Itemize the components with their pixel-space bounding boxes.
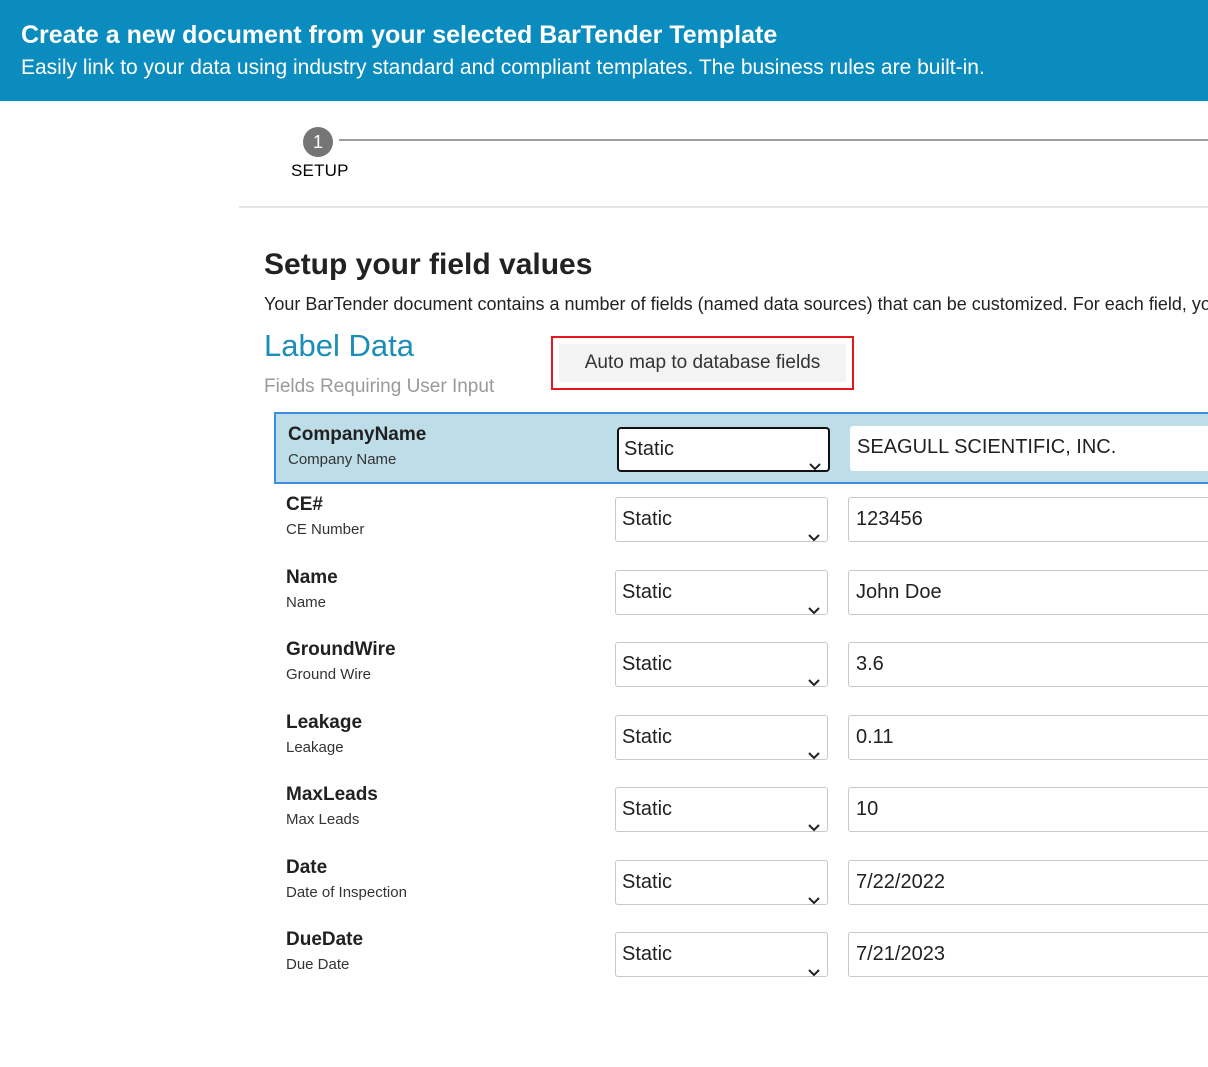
field-value-input[interactable]: 10 — [848, 787, 1208, 832]
chevron-down-icon — [807, 805, 821, 831]
banner-title: Create a new document from your selected… — [21, 21, 778, 49]
field-value-input[interactable]: 7/22/2022 — [848, 860, 1208, 905]
field-row[interactable]: GroundWire Ground Wire Static 3.6 — [274, 629, 1208, 701]
field-row[interactable]: CE# CE Number Static 123456 — [274, 484, 1208, 556]
field-value-input[interactable]: John Doe — [848, 570, 1208, 615]
field-description: Name — [286, 594, 327, 611]
step-connector-line — [339, 139, 1208, 141]
source-type-value: Static — [622, 871, 673, 893]
chevron-down-icon — [807, 950, 821, 976]
field-value-input[interactable]: SEAGULL SCIENTIFIC, INC. — [850, 426, 1208, 471]
page-title: Setup your field values — [264, 248, 593, 281]
chevron-down-icon — [808, 445, 822, 470]
field-description: Leakage — [286, 739, 344, 756]
field-description: Ground Wire — [286, 666, 372, 683]
section-subtitle: Fields Requiring User Input — [264, 376, 495, 397]
source-type-value: Static — [622, 798, 673, 820]
source-type-value: Static — [622, 726, 673, 748]
source-type-value: Static — [622, 508, 673, 530]
field-name: Name — [286, 567, 338, 588]
chevron-down-icon — [807, 878, 821, 904]
field-row[interactable]: Date Date of Inspection Static 7/22/2022 — [274, 847, 1208, 919]
header-banner: Create a new document from your selected… — [0, 0, 1208, 101]
section-title: Label Data — [264, 328, 414, 363]
source-type-value: Static — [622, 943, 673, 965]
source-type-value: Static — [622, 581, 673, 603]
banner-subtitle: Easily link to your data using industry … — [21, 56, 985, 79]
field-name: GroundWire — [286, 639, 396, 660]
source-type-select[interactable]: Static — [617, 427, 830, 472]
field-row[interactable]: Name Name Static John Doe — [274, 557, 1208, 629]
chevron-down-icon — [807, 588, 821, 614]
field-name: DueDate — [286, 929, 364, 950]
field-row[interactable]: MaxLeads Max Leads Static 10 — [274, 774, 1208, 846]
field-row[interactable]: Leakage Leakage Static 0.11 — [274, 702, 1208, 774]
auto-map-button[interactable]: Auto map to database fields — [559, 344, 846, 382]
source-type-select[interactable]: Static — [615, 787, 828, 832]
source-type-select[interactable]: Static — [615, 497, 828, 542]
chevron-down-icon — [807, 515, 821, 541]
source-type-value: Static — [622, 653, 673, 675]
stepper: 1 SETUP — [239, 101, 1208, 208]
field-name: Leakage — [286, 712, 363, 733]
field-value-input[interactable]: 3.6 — [848, 642, 1208, 687]
chevron-down-icon — [807, 660, 821, 686]
field-description: Company Name — [288, 451, 397, 468]
page-description: Your BarTender document contains a numbe… — [264, 294, 1208, 314]
source-type-select[interactable]: Static — [615, 932, 828, 977]
step-number-badge[interactable]: 1 — [303, 127, 333, 157]
automap-callout: Auto map to database fields — [551, 336, 854, 390]
field-value-input[interactable]: 123456 — [848, 497, 1208, 542]
source-type-select[interactable]: Static — [615, 715, 828, 760]
field-description: Date of Inspection — [286, 884, 407, 901]
field-value-input[interactable]: 0.11 — [848, 715, 1208, 760]
field-row[interactable]: CompanyName Company Name Static SEAGULL SCI… — [274, 412, 1208, 484]
field-name: MaxLeads — [286, 784, 378, 805]
field-value-input[interactable]: 7/21/2023 — [848, 932, 1208, 977]
field-description: Max Leads — [286, 811, 360, 828]
step-label-setup[interactable]: SETUP — [291, 161, 349, 181]
field-description: Due Date — [286, 956, 350, 973]
source-type-select[interactable]: Static — [615, 570, 828, 615]
chevron-down-icon — [807, 733, 821, 759]
source-type-value: Static — [624, 438, 675, 460]
field-name: CompanyName — [288, 424, 427, 445]
field-name: Date — [286, 857, 328, 878]
field-row[interactable]: DueDate Due Date Static 7/21/2023 — [274, 919, 1208, 991]
field-name: CE# — [286, 494, 323, 515]
source-type-select[interactable]: Static — [615, 642, 828, 687]
field-description: CE Number — [286, 521, 365, 538]
source-type-select[interactable]: Static — [615, 860, 828, 905]
